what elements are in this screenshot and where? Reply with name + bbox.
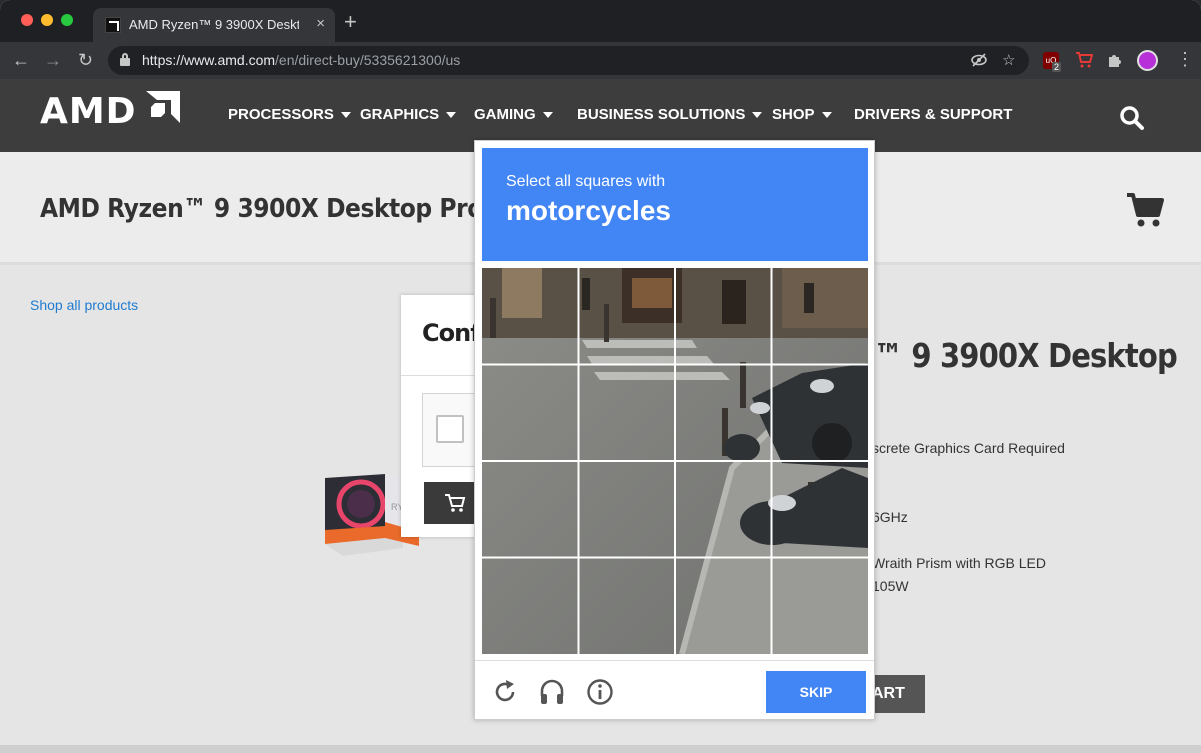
- minimize-window-button[interactable]: [41, 14, 53, 26]
- challenge-instruction: Select all squares with: [506, 173, 666, 190]
- amd-logo[interactable]: AMD: [40, 91, 137, 132]
- nav-business-solutions[interactable]: BUSINESS SOLUTIONS: [577, 106, 763, 123]
- cart-icon: [445, 494, 466, 512]
- ublock-badge: 2: [1052, 62, 1062, 72]
- back-arrow-icon[interactable]: ←: [12, 48, 30, 72]
- forward-arrow-icon[interactable]: →: [44, 48, 62, 72]
- nav-graphics[interactable]: GRAPHICS: [360, 106, 457, 123]
- challenge-header: Select all squares with motorcycles: [482, 148, 868, 261]
- url-path: /en/direct-buy/5335621300/us: [275, 52, 461, 68]
- url-text[interactable]: https://www.amd.com/en/direct-buy/533562…: [142, 52, 460, 68]
- recaptcha-checkbox[interactable]: [436, 415, 464, 443]
- maximize-window-button[interactable]: [61, 14, 73, 26]
- tab-close-icon[interactable]: ×: [316, 15, 325, 32]
- spec-tdp: 105W: [872, 578, 909, 594]
- nav-drivers-support[interactable]: DRIVERS & SUPPORT: [854, 106, 1012, 123]
- url-host: https://www.amd.com: [142, 52, 276, 68]
- spec-clock: 6GHz: [872, 509, 908, 525]
- skip-button[interactable]: SKIP: [766, 671, 866, 713]
- reload-icon[interactable]: [491, 678, 519, 706]
- address-bar[interactable]: https://www.amd.com/en/direct-buy/533562…: [108, 46, 1029, 75]
- add-to-cart-button-left[interactable]: [424, 482, 477, 524]
- recaptcha-challenge: Select all squares with motorcycles SKIP: [474, 140, 875, 720]
- reload-icon[interactable]: ↻: [78, 48, 93, 72]
- street-scene-image: [482, 268, 868, 654]
- close-window-button[interactable]: [21, 14, 33, 26]
- spec-cooler: Wraith Prism with RGB LED: [872, 555, 1046, 571]
- spec-graphics: screte Graphics Card Required: [872, 440, 1065, 456]
- star-icon[interactable]: ☆: [1002, 51, 1015, 69]
- headphones-icon[interactable]: [538, 678, 566, 706]
- amd-arrow-logo-icon[interactable]: [146, 91, 180, 123]
- shop-all-products-link[interactable]: Shop all products: [30, 297, 138, 313]
- amd-favicon-icon: [105, 17, 121, 33]
- challenge-target: motorcycles: [506, 195, 671, 226]
- browser-titlebar: AMD Ryzen™ 9 3900X Desktop Processor × +: [0, 0, 1201, 42]
- shopping-cart-icon[interactable]: [1126, 192, 1164, 228]
- browser-toolbar: ← → ↻ https://www.amd.com/en/direct-buy/…: [0, 42, 1201, 79]
- profile-avatar[interactable]: [1137, 50, 1158, 71]
- lock-icon[interactable]: [120, 53, 130, 66]
- browser-window: AMD Ryzen™ 9 3900X Desktop Processor × +…: [0, 0, 1201, 753]
- divider: [401, 375, 477, 376]
- nav-processors[interactable]: PROCESSORS: [228, 106, 351, 123]
- recaptcha-widget: [422, 393, 477, 467]
- browser-tab[interactable]: AMD Ryzen™ 9 3900X Desktop Processor ×: [93, 8, 335, 42]
- nav-shop[interactable]: SHOP: [772, 106, 832, 123]
- configuration-card: Confi: [401, 295, 488, 537]
- more-menu-icon[interactable]: ⋮: [1176, 50, 1194, 68]
- eye-off-icon[interactable]: [970, 51, 988, 73]
- info-icon[interactable]: [586, 678, 614, 706]
- puzzle-icon[interactable]: [1107, 52, 1123, 73]
- add-to-cart-button[interactable]: ART: [868, 675, 925, 713]
- new-tab-button[interactable]: +: [344, 11, 357, 33]
- page-bottom-border: [0, 745, 1201, 753]
- cart-extension-icon[interactable]: [1075, 52, 1094, 73]
- nav-gaming[interactable]: GAMING: [474, 106, 553, 123]
- tab-title: AMD Ryzen™ 9 3900X Desktop Processor: [129, 17, 299, 32]
- search-icon[interactable]: [1119, 105, 1145, 131]
- product-heading: ™ 9 3900X Desktop: [874, 336, 1178, 375]
- challenge-footer: SKIP: [475, 660, 874, 720]
- challenge-image-grid: [482, 268, 868, 654]
